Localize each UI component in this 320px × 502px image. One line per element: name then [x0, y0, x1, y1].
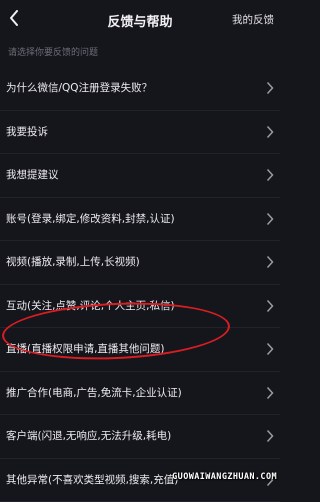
chevron-left-icon — [9, 10, 19, 26]
list-item-video[interactable]: 视频(播放,录制,上传,长视频) — [0, 241, 280, 285]
list-item-wechat-qq-login[interactable]: 为什么微信/QQ注册登录失败？ — [0, 67, 280, 111]
list-item-label: 视频(播放,录制,上传,长视频) — [6, 254, 140, 269]
list-item-client[interactable]: 客户端(闪退,无响应,无法升级,耗电) — [0, 415, 280, 459]
list-item-label: 我要投诉 — [6, 124, 48, 139]
section-label: 请选择你要反馈的问题 — [8, 45, 98, 58]
chevron-right-icon — [266, 255, 274, 269]
feedback-list: 为什么微信/QQ注册登录失败？ 我要投诉 我想提建议 账号(登录,绑定,修改资料… — [0, 67, 280, 502]
list-item-promotion[interactable]: 推广合作(电商,广告,免流卡,企业认证) — [0, 372, 280, 416]
chevron-right-icon — [266, 429, 274, 443]
list-item-label: 我想提建议 — [6, 167, 59, 182]
header-bar: 反馈与帮助 我的反馈 — [0, 0, 280, 38]
back-button[interactable] — [6, 9, 22, 27]
list-item-suggestion[interactable]: 我想提建议 — [0, 154, 280, 198]
chevron-right-icon — [266, 212, 274, 226]
chevron-right-icon — [266, 81, 274, 95]
list-item-label: 为什么微信/QQ注册登录失败？ — [6, 80, 152, 95]
chevron-right-icon — [266, 342, 274, 356]
list-item-interaction[interactable]: 互动(关注,点赞,评论,个人主页,私信) — [0, 285, 280, 329]
chevron-right-icon — [266, 168, 274, 182]
list-item-live[interactable]: 直播(直播权限申请,直播其他问题) — [0, 328, 280, 372]
list-item-label: 账号(登录,绑定,修改资料,封禁,认证) — [6, 211, 175, 226]
list-item-label: 直播(直播权限申请,直播其他问题) — [6, 341, 165, 356]
list-item-complaint[interactable]: 我要投诉 — [0, 111, 280, 155]
chevron-right-icon — [266, 125, 274, 139]
list-item-label: 推广合作(电商,广告,免流卡,企业认证) — [6, 385, 182, 400]
list-item-label: 互动(关注,点赞,评论,个人主页,私信) — [6, 298, 175, 313]
watermark: GUOWAIWANGZHUAN.COM — [172, 472, 277, 482]
chevron-right-icon — [266, 386, 274, 400]
page-title: 反馈与帮助 — [60, 11, 220, 30]
list-item-label: 其他异常(不喜欢类型视频,搜索,充值) — [6, 472, 178, 487]
my-feedback-link[interactable]: 我的反馈 — [232, 12, 274, 27]
list-item-label: 客户端(闪退,无响应,无法升级,耗电) — [6, 428, 171, 443]
list-item-account[interactable]: 账号(登录,绑定,修改资料,封禁,认证) — [0, 198, 280, 242]
chevron-right-icon — [266, 299, 274, 313]
